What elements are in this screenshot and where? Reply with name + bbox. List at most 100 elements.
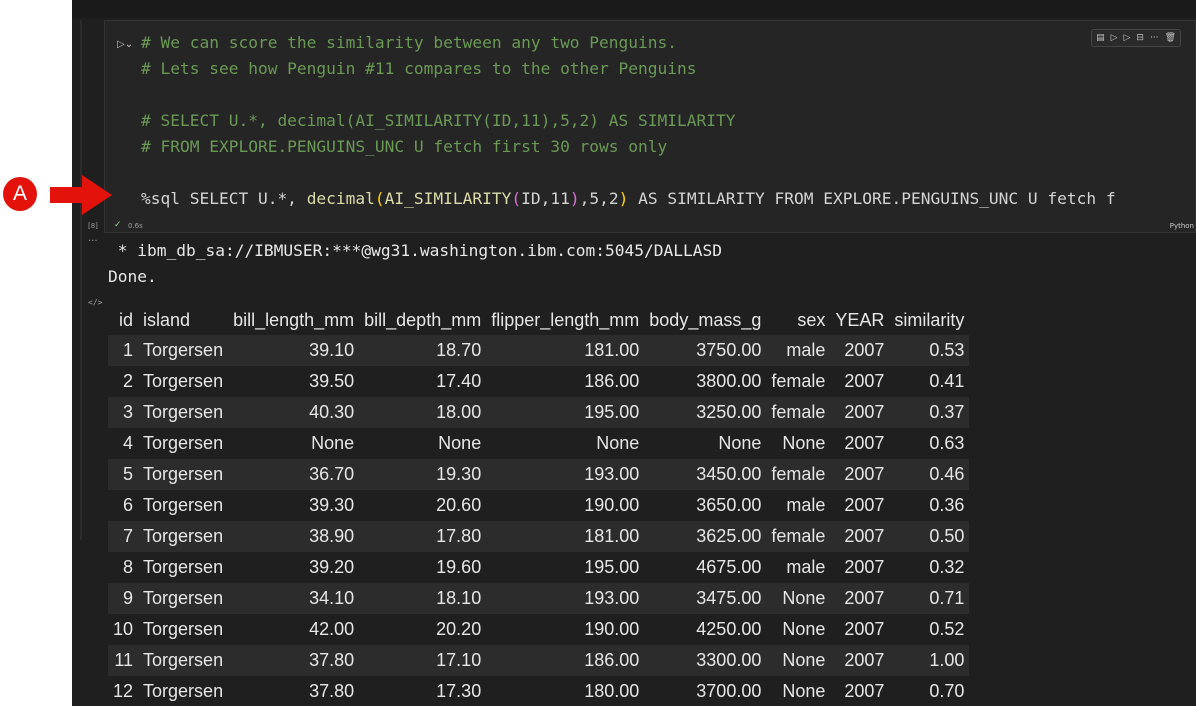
column-header-year: YEAR	[835, 309, 885, 330]
table-cell-similarity: 0.46	[929, 464, 965, 484]
table-cell-bill_depth_mm: 18.00	[436, 402, 482, 422]
table-cell-bill_length_mm: 36.70	[309, 464, 355, 484]
cell-gutter	[80, 20, 82, 540]
sql-token: ID,11	[521, 189, 570, 208]
sql-function: decimal	[306, 189, 375, 208]
annotation-badge: A	[3, 177, 37, 211]
table-cell-bill_depth_mm: 17.30	[436, 681, 482, 701]
column-header-body_mass_g: body_mass_g	[649, 309, 762, 330]
table-cell-bill_length_mm: 39.10	[309, 340, 355, 360]
sql-paren: (	[374, 189, 385, 208]
table-cell-body_mass_g: 3750.00	[696, 340, 762, 360]
table-cell-year: 2007	[844, 340, 885, 360]
column-header-similarity: similarity	[894, 309, 965, 330]
table-cell-body_mass_g: 3650.00	[696, 495, 762, 515]
table-cell-similarity: 0.41	[929, 371, 965, 391]
table-cell-id: 6	[123, 495, 134, 515]
table-cell-island: Torgersen	[143, 371, 224, 391]
code-editor[interactable]: # We can score the similarity between an…	[141, 30, 1116, 212]
table-cell-id: 9	[123, 588, 134, 608]
table-cell-bill_length_mm: 39.50	[309, 371, 355, 391]
table-cell-id: 11	[114, 650, 134, 670]
delete-cell-icon[interactable]: 🗑	[1165, 33, 1176, 43]
table-cell-body_mass_g: 4250.00	[696, 619, 762, 639]
table-cell-bill_depth_mm: 17.10	[436, 650, 482, 670]
table-cell-similarity: 0.32	[929, 557, 965, 577]
table-cell-bill_depth_mm: 19.60	[436, 557, 482, 577]
column-header-island: island	[143, 309, 191, 330]
table-cell-sex: None	[782, 681, 826, 701]
column-header-sex: sex	[797, 309, 826, 330]
output-menu-icon[interactable]: ···	[88, 236, 98, 247]
table-cell-island: Torgersen	[143, 650, 224, 670]
table-cell-sex: None	[782, 433, 826, 453]
language-picker[interactable]: Python	[1170, 222, 1194, 230]
table-cell-island: Torgersen	[143, 681, 224, 701]
table-cell-island: Torgersen	[143, 619, 224, 639]
table-cell-bill_depth_mm: 17.80	[436, 526, 482, 546]
table-cell-bill_depth_mm: 20.20	[436, 619, 482, 639]
table-cell-bill_length_mm: 40.30	[309, 402, 355, 422]
code-line: # SELECT U.*, decimal(AI_SIMILARITY(ID,1…	[141, 111, 736, 130]
table-cell-sex: male	[786, 340, 826, 360]
table-row: 12 Torgersen 37.80 17.30 180.00 3700.00 None 20…	[108, 676, 969, 706]
table-row: 4 Torgersen None None None None None 2007 0.63	[108, 428, 969, 459]
table-cell-year: 2007	[844, 464, 885, 484]
table-cell-body_mass_g: 3475.00	[696, 588, 762, 608]
table-cell-sex: female	[771, 371, 826, 391]
table-cell-id: 7	[123, 526, 134, 546]
table-cell-similarity: 0.52	[929, 619, 965, 639]
table-cell-year: 2007	[844, 650, 885, 670]
table-cell-island: Torgersen	[143, 557, 224, 577]
table-cell-id: 12	[113, 681, 134, 701]
table-cell-body_mass_g: 3300.00	[696, 650, 762, 670]
table-cell-bill_length_mm: 39.20	[309, 557, 355, 577]
run-cell-icon[interactable]: ▷⌄	[117, 39, 133, 50]
table-cell-year: 2007	[844, 495, 885, 515]
table-cell-island: Torgersen	[143, 464, 224, 484]
table-cell-year: 2007	[844, 433, 885, 453]
table-cell-body_mass_g: 3450.00	[696, 464, 762, 484]
table-cell-bill_length_mm: 38.90	[309, 526, 355, 546]
sql-paren: )	[569, 189, 580, 208]
cell-status-bar: [8] ✓ 0.6s Python	[88, 219, 1196, 233]
table-row: 10 Torgersen 42.00 20.20 190.00 4250.00 None 20…	[108, 614, 969, 645]
table-row: 3 Torgersen 40.30 18.00 195.00 3250.00 female 2…	[108, 397, 970, 428]
table-cell-id: 10	[113, 619, 134, 639]
split-cell-icon[interactable]: ⊟	[1136, 33, 1144, 43]
table-cell-island: Torgersen	[143, 526, 224, 546]
table-cell-island: Torgersen	[143, 433, 224, 453]
sql-line: %sql SELECT U.*, decimal(AI_SIMILARITY(I…	[141, 189, 1116, 208]
more-actions-icon[interactable]: ···	[1150, 33, 1159, 43]
column-header-flipper_length_mm: flipper_length_mm	[491, 309, 640, 330]
table-row: 6 Torgersen 39.30 20.60 190.00 3650.00 male 200…	[108, 490, 969, 521]
table-cell-year: 2007	[844, 619, 885, 639]
table-cell-flipper_length_mm: None	[596, 433, 640, 453]
sql-paren: )	[618, 189, 629, 208]
table-cell-year: 2007	[844, 588, 885, 608]
sql-token: ,5,2	[579, 189, 619, 208]
code-cell[interactable]: ▷⌄ ▤ ▷ ▷ ⊟ ··· 🗑 # We can score the simi…	[104, 20, 1196, 233]
table-cell-year: 2007	[844, 371, 885, 391]
table-row: 11 Torgersen 37.80 17.10 186.00 3300.00 None 20…	[108, 645, 970, 676]
column-header-bill_depth_mm: bill_depth_mm	[364, 309, 482, 330]
table-cell-year: 2007	[844, 557, 885, 577]
cell-output-text: * ibm_db_sa://IBMUSER:***@wg31.washingto…	[108, 238, 722, 290]
annotation-arrow-icon	[50, 175, 112, 215]
table-cell-bill_length_mm: 34.10	[309, 588, 355, 608]
table-cell-flipper_length_mm: 190.00	[584, 619, 640, 639]
execute-below-icon[interactable]: ▷	[1124, 33, 1131, 43]
left-margin	[0, 0, 72, 706]
table-cell-bill_depth_mm: 18.70	[436, 340, 482, 360]
table-cell-bill_length_mm: None	[311, 433, 355, 453]
table-cell-id: 3	[123, 402, 134, 422]
code-line: # We can score the similarity between an…	[141, 33, 678, 52]
connection-string: * ibm_db_sa://IBMUSER:***@wg31.washingto…	[108, 241, 722, 260]
output-type-icon[interactable]: </>	[88, 298, 102, 307]
table-cell-flipper_length_mm: 190.00	[584, 495, 640, 515]
table-cell-sex: None	[782, 650, 826, 670]
column-header-id: id	[119, 309, 134, 330]
table-cell-similarity: 0.50	[929, 526, 965, 546]
table-cell-flipper_length_mm: 195.00	[584, 402, 640, 422]
output-status: Done.	[108, 267, 157, 286]
